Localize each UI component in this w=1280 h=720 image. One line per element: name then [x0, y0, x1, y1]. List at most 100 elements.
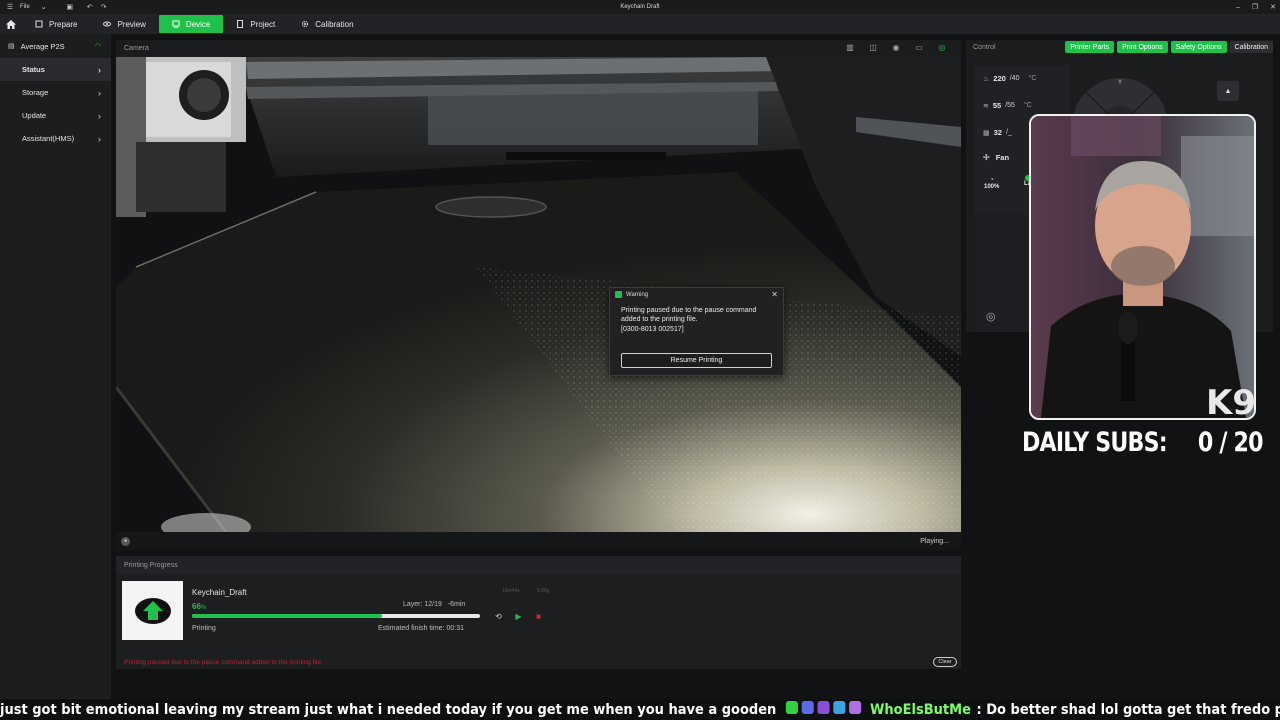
- bed-unit: °C: [1023, 102, 1032, 109]
- job-percent-value: 66: [192, 602, 201, 611]
- chamber-target: /_: [1005, 129, 1012, 136]
- nozzle-temp[interactable]: ♨ 220 /40 °C: [975, 65, 1070, 92]
- tab-preview-label: Preview: [117, 19, 146, 29]
- layer-info: Layer: 12/19 -6min: [403, 601, 465, 608]
- play-icon[interactable]: ▶: [514, 612, 523, 621]
- record-icon[interactable]: ●: [121, 536, 130, 546]
- chat-message: just got bit emotional leaving my stream…: [0, 701, 1280, 718]
- progress-header: Printing Progress: [116, 556, 961, 574]
- camera-feed[interactable]: [116, 57, 961, 532]
- stop-icon[interactable]: ■: [534, 612, 543, 621]
- tab-preview[interactable]: Preview: [90, 15, 158, 33]
- bed-icon: ≋: [983, 102, 989, 110]
- sidebar-item-label: Assistant(HMS): [22, 134, 75, 143]
- sd-card-icon[interactable]: ▥: [845, 43, 855, 52]
- playback-status: Playing...: [920, 537, 949, 545]
- close-icon[interactable]: ✕: [1270, 3, 1276, 11]
- tab-print-options[interactable]: Print Options: [1117, 41, 1168, 53]
- chamber-icon: ▦: [983, 129, 990, 137]
- nozzle-unit: °C: [1028, 75, 1037, 82]
- save-icon[interactable]: ▣: [66, 3, 74, 11]
- tab-calibration[interactable]: Calibration: [288, 15, 366, 33]
- chevron-right-icon: ›: [98, 87, 101, 98]
- chat-message-text: just got bit emotional leaving my stream…: [0, 702, 777, 718]
- progress-bar: [192, 614, 480, 618]
- fan-speed[interactable]: ◔ 100%: [984, 175, 999, 190]
- emote-icon: [785, 701, 798, 714]
- layer-count: Layer: 12/19: [403, 601, 442, 608]
- tab-printer-parts[interactable]: Printer Parts: [1065, 41, 1115, 53]
- file-menu[interactable]: File: [20, 4, 30, 10]
- scan-icon[interactable]: ◎: [986, 310, 996, 323]
- chevron-right-icon: ›: [98, 110, 101, 121]
- warning-dialog: Warning ✕ Printing paused due to the pau…: [609, 287, 784, 376]
- speed-gauge-icon: ◔: [989, 175, 995, 184]
- clear-button[interactable]: Clear: [933, 657, 957, 667]
- record-video-icon[interactable]: ▭: [914, 43, 924, 52]
- filament-weight: 5.88g: [537, 588, 550, 594]
- printer-icon: ▤: [8, 43, 15, 50]
- chevron-down-icon[interactable]: ⌄: [40, 3, 48, 11]
- cube-icon: [35, 20, 43, 28]
- daily-subs-counter: DAILY SUBS: 0 / 20: [1022, 427, 1264, 458]
- sidebar-item-label: Status: [22, 65, 45, 74]
- home-icon: [6, 19, 16, 29]
- tab-calibration-control[interactable]: Calibration: [1229, 41, 1273, 53]
- tab-device-label: Device: [185, 19, 211, 29]
- tab-device[interactable]: Device: [158, 15, 224, 33]
- fan-label: Fan: [995, 152, 1010, 162]
- close-icon[interactable]: ✕: [771, 290, 778, 299]
- title-bar: ☰ File ⌄ ▣ ↶ ↷ Keychain Draft – ❐ ✕: [0, 0, 1280, 14]
- device-selector[interactable]: ▤ Average P2S ◠: [0, 34, 111, 58]
- live-icon[interactable]: ◎: [937, 43, 947, 52]
- sidebar-item-label: Storage: [22, 88, 49, 97]
- emote-icon: [848, 701, 861, 714]
- maximize-icon[interactable]: ❐: [1252, 3, 1258, 11]
- camera-image: [116, 57, 961, 532]
- tab-safety-options[interactable]: Safety Options: [1170, 41, 1227, 53]
- person-icon[interactable]: ◉: [891, 43, 901, 52]
- bed-up-button[interactable]: ▲: [1217, 81, 1239, 101]
- sidebar-item-status[interactable]: Status ›: [0, 58, 111, 81]
- bed-current: 55: [992, 101, 1002, 110]
- main-nav: Prepare Preview Device Project Calibrati…: [0, 14, 1280, 34]
- menu-icon[interactable]: ☰: [6, 3, 14, 11]
- tab-project-label: Project: [250, 19, 276, 29]
- job-status: Printing: [192, 625, 216, 632]
- redo-icon[interactable]: ↷: [100, 3, 108, 11]
- subs-label: DAILY SUBS:: [1022, 427, 1168, 458]
- emote-row: [785, 701, 861, 714]
- print-time: 19m44s: [502, 588, 520, 594]
- emote-icon: [801, 701, 814, 714]
- chevron-right-icon: ›: [98, 133, 101, 144]
- control-tabs: Printer Parts Print Options Safety Optio…: [1065, 41, 1273, 53]
- chamber-current: 32: [993, 128, 1002, 137]
- device-icon: [172, 20, 180, 28]
- sidebar-item-storage[interactable]: Storage ›: [0, 81, 111, 104]
- dialog-title: Warning: [626, 291, 649, 298]
- sidebar-item-update[interactable]: Update ›: [0, 104, 111, 127]
- dialog-message: Printing paused due to the pause command…: [621, 307, 757, 323]
- tab-project[interactable]: Project: [223, 15, 288, 33]
- wifi-icon: ◠: [94, 43, 101, 50]
- window-title: Keychain Draft: [620, 4, 660, 10]
- minimize-icon[interactable]: –: [1236, 4, 1240, 11]
- tab-prepare[interactable]: Prepare: [22, 15, 90, 33]
- home-button[interactable]: [0, 14, 22, 34]
- webcam-image: K9: [1031, 116, 1254, 418]
- device-name: Average P2S: [20, 41, 65, 51]
- refresh-icon[interactable]: ⟲: [494, 612, 503, 621]
- fan-speed-value: 100%: [984, 184, 1000, 190]
- camera-header: Camera: [116, 40, 961, 57]
- arrow-up-icon: ▲: [1224, 87, 1232, 95]
- resume-printing-button[interactable]: Resume Printing: [621, 353, 772, 368]
- eye-icon: [103, 21, 112, 27]
- tab-calibration-label: Calibration: [315, 19, 354, 29]
- document-icon: [237, 20, 244, 28]
- undo-icon[interactable]: ↶: [86, 3, 94, 11]
- sidebar-item-assistant[interactable]: Assistant(HMS) ›: [0, 127, 111, 150]
- camera-panel: Camera ▥ ◫ ◉ ▭ ◎ ● Playing...: [116, 40, 961, 550]
- subs-count: 0 / 20: [1197, 427, 1264, 458]
- camera-switch-icon[interactable]: ◫: [868, 43, 878, 52]
- svg-text:K9: K9: [1206, 383, 1254, 418]
